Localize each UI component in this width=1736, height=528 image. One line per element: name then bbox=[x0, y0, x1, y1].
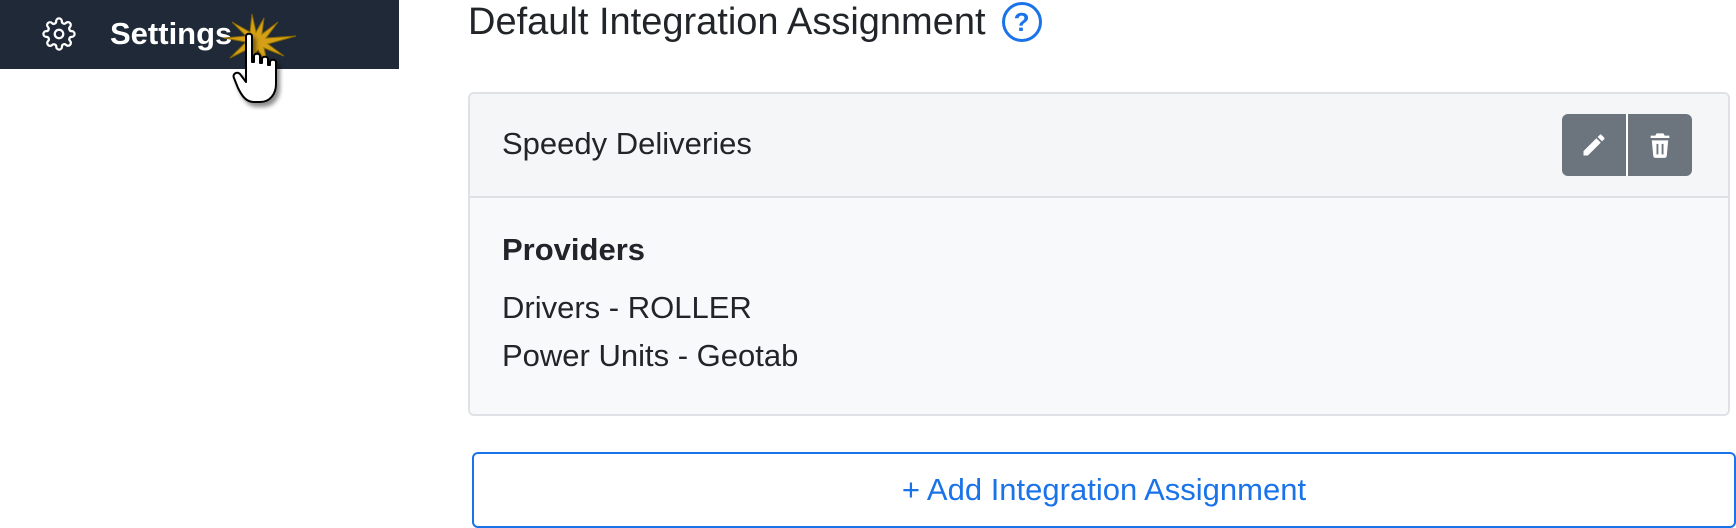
help-glyph: ? bbox=[1013, 6, 1030, 37]
sidebar-item-label: Settings bbox=[110, 16, 233, 51]
edit-button[interactable] bbox=[1562, 114, 1626, 176]
integration-assignment-card: Speedy Deliveries Providers Drivers - RO… bbox=[468, 92, 1730, 416]
list-item: Power Units - Geotab bbox=[502, 338, 799, 373]
card-header: Speedy Deliveries bbox=[470, 94, 1728, 198]
pencil-icon bbox=[1583, 134, 1605, 156]
page-root: Settings Default Integration Assignment … bbox=[0, 0, 1736, 528]
providers-list: Drivers - ROLLER Power Units - Geotab bbox=[502, 284, 798, 380]
delete-button[interactable] bbox=[1626, 114, 1692, 176]
page-title: Default Integration Assignment ? bbox=[468, 0, 1042, 44]
sidebar-item-settings[interactable]: Settings bbox=[0, 0, 399, 69]
trash-icon bbox=[1650, 133, 1670, 158]
page-title-text: Default Integration Assignment bbox=[468, 1, 986, 43]
hand-cursor-icon bbox=[232, 32, 277, 103]
card-body: Providers Drivers - ROLLER Power Units -… bbox=[502, 230, 798, 380]
gear-icon bbox=[42, 17, 76, 51]
providers-heading: Providers bbox=[502, 232, 646, 267]
list-item: Drivers - ROLLER bbox=[502, 290, 752, 325]
add-integration-assignment-button[interactable]: + Add Integration Assignment bbox=[472, 452, 1736, 528]
assignment-name: Speedy Deliveries bbox=[502, 126, 752, 161]
question-circle-icon[interactable]: ? bbox=[1001, 2, 1042, 42]
card-actions bbox=[1562, 114, 1692, 176]
